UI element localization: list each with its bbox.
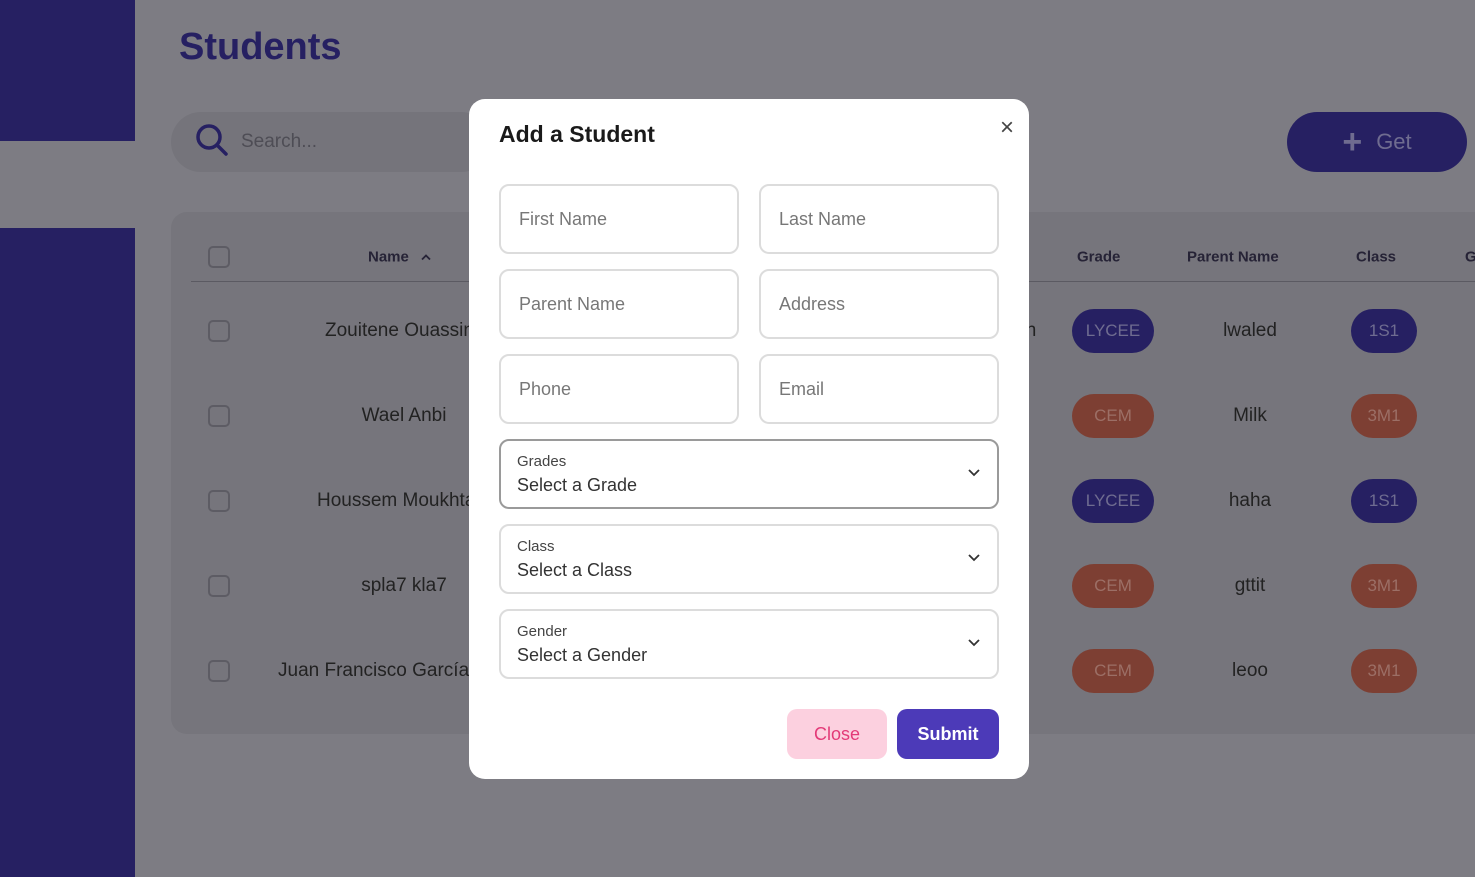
- student-name: Wael Anbi: [361, 405, 447, 426]
- grades-select-label: Grades: [517, 453, 567, 470]
- class-badge: 1S1: [1351, 479, 1417, 523]
- chevron-down-icon: [968, 639, 980, 647]
- column-header-cut-off: G: [1465, 248, 1475, 266]
- last-name-input[interactable]: [777, 207, 997, 231]
- column-header-parent-name[interactable]: Parent Name: [1187, 249, 1279, 266]
- parent-name: Milk: [1233, 405, 1267, 426]
- chevron-down-icon: [968, 469, 980, 477]
- grade-badge: LYCEE: [1072, 309, 1154, 353]
- sidebar-gap: [0, 141, 135, 228]
- parent-name-input[interactable]: [517, 292, 737, 316]
- parent-name: leoo: [1232, 660, 1268, 681]
- phone-input[interactable]: [517, 377, 737, 401]
- grade-badge: CEM: [1072, 564, 1154, 608]
- column-header-grade[interactable]: Grade: [1077, 249, 1120, 266]
- grade-badge: CEM: [1072, 649, 1154, 693]
- phone-field[interactable]: [499, 354, 739, 424]
- close-button[interactable]: Close: [787, 709, 887, 759]
- sidebar-top: [0, 0, 135, 141]
- class-badge: 3M1: [1351, 649, 1417, 693]
- class-select[interactable]: Class Select a Class: [499, 524, 999, 594]
- submit-button[interactable]: Submit: [897, 709, 999, 759]
- student-name: Juan Francisco García: [278, 660, 469, 681]
- column-header-class[interactable]: Class: [1356, 249, 1396, 266]
- select-all-checkbox[interactable]: [208, 246, 230, 268]
- grade-badge: LYCEE: [1072, 479, 1154, 523]
- chevron-down-icon: [968, 554, 980, 562]
- email-field[interactable]: [759, 354, 999, 424]
- get-button-label: Get: [1376, 129, 1412, 154]
- student-name: spla7 kla7: [361, 575, 447, 596]
- close-icon[interactable]: ×: [994, 113, 1020, 143]
- student-name: Houssem Moukhtar: [317, 490, 469, 511]
- sort-asc-icon: [421, 251, 431, 265]
- gender-select-value: Select a Gender: [517, 645, 648, 665]
- search-icon: [195, 123, 229, 162]
- parent-name: haha: [1228, 490, 1272, 511]
- search-bar[interactable]: [171, 112, 491, 172]
- plus-icon: +: [1342, 123, 1363, 161]
- grade-badge: CEM: [1072, 394, 1154, 438]
- class-badge: 1S1: [1351, 309, 1417, 353]
- add-student-dialog: Add a Student × Grades Select a Grade Cl…: [469, 99, 1029, 779]
- dialog-title: Add a Student: [499, 121, 655, 147]
- email-input[interactable]: [777, 377, 997, 401]
- grades-select[interactable]: Grades Select a Grade: [499, 439, 999, 509]
- parent-name: gttit: [1234, 575, 1266, 596]
- address-input[interactable]: [777, 292, 997, 316]
- column-header-name[interactable]: Name: [368, 249, 431, 266]
- address-field[interactable]: [759, 269, 999, 339]
- name-column: Zouitene Ouassini Wael Anbi Houssem Mouk…: [171, 282, 469, 732]
- class-select-label: Class: [517, 538, 555, 555]
- first-name-field[interactable]: [499, 184, 739, 254]
- parent-name-field[interactable]: [499, 269, 739, 339]
- search-input[interactable]: [239, 130, 463, 154]
- sidebar: [0, 228, 135, 877]
- get-button[interactable]: + Get: [1287, 112, 1467, 172]
- gender-select-label: Gender: [517, 623, 568, 640]
- page-title: Students: [179, 26, 342, 68]
- student-name: Zouitene Ouassini: [325, 320, 469, 341]
- class-badge: 3M1: [1351, 394, 1417, 438]
- grades-select-value: Select a Grade: [517, 475, 638, 495]
- gender-select[interactable]: Gender Select a Gender: [499, 609, 999, 679]
- column-header-name-label: Name: [368, 248, 409, 266]
- last-name-field[interactable]: [759, 184, 999, 254]
- first-name-input[interactable]: [517, 207, 737, 231]
- class-badge: 3M1: [1351, 564, 1417, 608]
- parent-name: lwaled: [1223, 320, 1277, 341]
- class-select-value: Select a Class: [517, 560, 633, 580]
